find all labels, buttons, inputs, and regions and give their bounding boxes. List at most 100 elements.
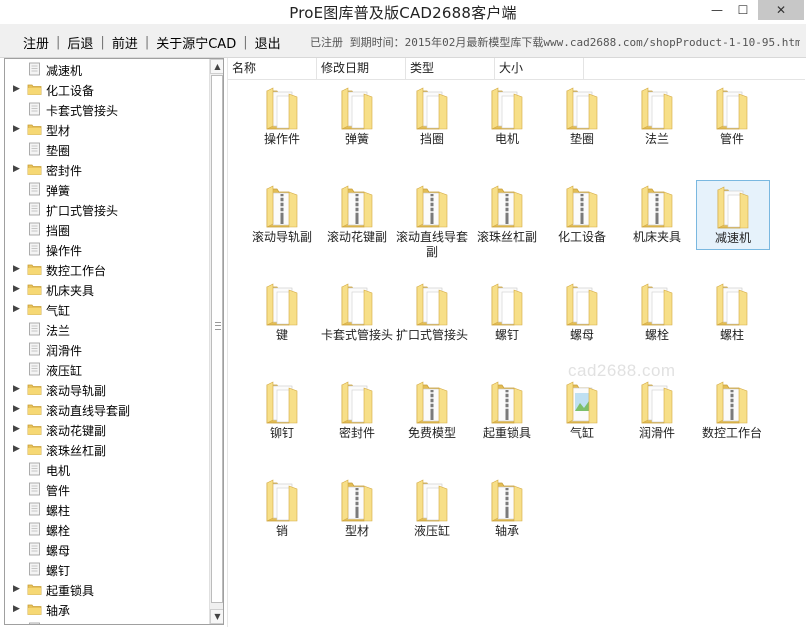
column-modified[interactable]: 修改日期 [317, 58, 406, 80]
scroll-up-icon[interactable]: ▲ [210, 59, 223, 74]
menu-back[interactable]: 后退 [64, 33, 96, 52]
tree-item[interactable]: ▶ 气缸 [5, 299, 207, 319]
expand-arrow-icon[interactable]: ▶ [13, 283, 23, 295]
tree-item[interactable]: 电机 [5, 459, 207, 479]
tree-item[interactable]: ▶ 数控工作台 [5, 259, 207, 279]
expand-arrow-icon[interactable]: ▶ [13, 583, 23, 595]
file-item[interactable]: 型材 [321, 474, 395, 544]
file-item[interactable]: 液压缸 [396, 474, 470, 544]
folder-image-icon [559, 379, 605, 425]
file-item[interactable]: 法兰 [621, 82, 695, 152]
tree-item[interactable]: ▶ 滚动直线导套副 [5, 399, 207, 419]
file-item[interactable]: 垫圈 [546, 82, 620, 152]
file-item[interactable]: 扩口式管接头 [396, 278, 470, 348]
tree-item[interactable]: 法兰 [5, 319, 207, 339]
tree-item[interactable]: 挡圈 [5, 219, 207, 239]
file-item[interactable]: 滚珠丝杠副 [471, 180, 545, 250]
expand-arrow-icon[interactable]: ▶ [13, 303, 23, 315]
tree-item-label: 螺栓 [46, 524, 71, 538]
tree-item[interactable]: ▶ 轴承 [5, 599, 207, 619]
column-size[interactable]: 大小 [495, 58, 584, 80]
close-button[interactable]: ✕ [758, 0, 804, 20]
tree-item[interactable]: 螺栓 [5, 519, 207, 539]
tree-item[interactable]: 垫圈 [5, 139, 207, 159]
file-item[interactable]: 滚动花键副 [321, 180, 395, 250]
tree-item[interactable]: 管件 [5, 479, 207, 499]
expand-arrow-icon[interactable]: ▶ [13, 383, 23, 395]
maximize-button[interactable]: ☐ [730, 0, 756, 20]
column-name[interactable]: 名称 [228, 58, 317, 80]
file-item-label: 气缸 [569, 426, 594, 440]
file-item[interactable]: 销 [246, 474, 320, 544]
file-item[interactable]: 铆钉 [246, 376, 320, 446]
tree-scrollbar[interactable]: ▲ ▼ [209, 59, 223, 624]
expand-arrow-icon[interactable]: ▶ [13, 403, 23, 415]
file-item[interactable]: 电机 [471, 82, 545, 152]
file-item[interactable]: 起重锁具 [471, 376, 545, 446]
expand-arrow-icon[interactable]: ▶ [13, 123, 23, 135]
folder-docs-icon [709, 85, 755, 131]
file-item-label: 挡圈 [419, 132, 444, 146]
expand-arrow-icon[interactable]: ▶ [13, 443, 23, 455]
scroll-down-icon[interactable]: ▼ [210, 609, 223, 624]
tree-item[interactable]: 螺柱 [5, 499, 207, 519]
file-item[interactable]: 管件 [696, 82, 770, 152]
file-item[interactable]: 滚动直线导套副 [396, 180, 470, 259]
file-item[interactable]: 螺柱 [696, 278, 770, 348]
file-item[interactable]: 机床夹具 [621, 180, 695, 250]
file-item[interactable]: 数控工作台 [696, 376, 770, 446]
tree-item[interactable]: ▶ 密封件 [5, 159, 207, 179]
file-item[interactable]: 轴承 [471, 474, 545, 544]
file-item[interactable]: 减速机 [696, 180, 770, 250]
menu-about[interactable]: 关于源宁CAD [153, 33, 239, 52]
tree-item[interactable]: 扩口式管接头 [5, 199, 207, 219]
file-item[interactable]: 化工设备 [546, 180, 620, 250]
tree-item[interactable]: 铆钉 [5, 619, 207, 624]
status-text[interactable]: 已注册 到期时间：2015年02月最新模型库下载www.cad2688.com/… [310, 34, 800, 50]
menu-forward[interactable]: 前进 [109, 33, 141, 52]
tree-item-label: 滚动导轨副 [46, 384, 107, 398]
file-item[interactable]: 免费模型 [396, 376, 470, 446]
expand-arrow-icon[interactable]: ▶ [13, 163, 23, 175]
tree-item[interactable]: 液压缸 [5, 359, 207, 379]
tree-item[interactable]: 润滑件 [5, 339, 207, 359]
tree-item[interactable]: ▶ 型材 [5, 119, 207, 139]
file-item[interactable]: 卡套式管接头 [321, 278, 395, 348]
file-item[interactable]: 螺钉 [471, 278, 545, 348]
file-item[interactable]: 键 [246, 278, 320, 348]
menu-exit[interactable]: 退出 [252, 33, 284, 52]
file-item[interactable]: 弹簧 [321, 82, 395, 152]
document-icon [27, 142, 42, 156]
tree-item[interactable]: ▶ 滚珠丝杠副 [5, 439, 207, 459]
file-item[interactable]: 气缸 [546, 376, 620, 446]
folder-zip-icon [259, 183, 305, 229]
file-item[interactable]: 挡圈 [396, 82, 470, 152]
tree-item[interactable]: 减速机 [5, 59, 207, 79]
expand-arrow-icon[interactable]: ▶ [13, 83, 23, 95]
file-item[interactable]: 螺母 [546, 278, 620, 348]
tree-item[interactable]: ▶ 起重锁具 [5, 579, 207, 599]
tree-item[interactable]: ▶ 滚动花键副 [5, 419, 207, 439]
tree-item[interactable]: ▶ 化工设备 [5, 79, 207, 99]
minimize-button[interactable]: — [704, 0, 730, 20]
expand-arrow-icon[interactable]: ▶ [13, 263, 23, 275]
expand-arrow-icon[interactable]: ▶ [13, 423, 23, 435]
file-item[interactable]: 润滑件 [621, 376, 695, 446]
file-item[interactable]: 滚动导轨副 [246, 180, 320, 250]
menu-register[interactable]: 注册 [20, 33, 52, 52]
column-type[interactable]: 类型 [406, 58, 495, 80]
tree-item[interactable]: 操作件 [5, 239, 207, 259]
expand-arrow-icon[interactable]: ▶ [13, 603, 23, 615]
scroll-thumb[interactable] [211, 75, 223, 603]
file-item[interactable]: 操作件 [246, 82, 320, 152]
file-item[interactable]: 密封件 [321, 376, 395, 446]
tree-item[interactable]: 卡套式管接头 [5, 99, 207, 119]
tree-item[interactable]: ▶ 机床夹具 [5, 279, 207, 299]
tree-item[interactable]: 螺母 [5, 539, 207, 559]
file-item[interactable]: 螺栓 [621, 278, 695, 348]
tree-item-label: 操作件 [46, 244, 83, 258]
tree-item[interactable]: 螺钉 [5, 559, 207, 579]
tree-item[interactable]: 弹簧 [5, 179, 207, 199]
folder-zip-icon [484, 183, 530, 229]
tree-item[interactable]: ▶ 滚动导轨副 [5, 379, 207, 399]
